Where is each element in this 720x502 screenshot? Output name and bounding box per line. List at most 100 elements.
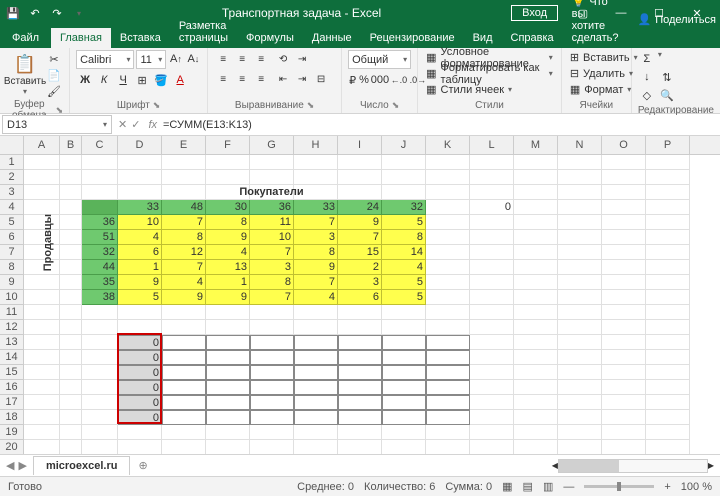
cell-C1[interactable] bbox=[82, 155, 118, 170]
cell-G14[interactable] bbox=[250, 350, 294, 365]
cell-K3[interactable] bbox=[426, 185, 470, 200]
cell-G7[interactable]: 7 bbox=[250, 245, 294, 260]
col-head-I[interactable]: I bbox=[338, 136, 382, 154]
cell-B6[interactable] bbox=[60, 230, 82, 245]
clear-icon[interactable]: ◇ bbox=[638, 86, 656, 104]
cell-P14[interactable] bbox=[646, 350, 690, 365]
cell-K10[interactable] bbox=[426, 290, 470, 305]
cell-N13[interactable] bbox=[558, 335, 602, 350]
cell-P12[interactable] bbox=[646, 320, 690, 335]
cell-K16[interactable] bbox=[426, 380, 470, 395]
fx-icon[interactable]: fx bbox=[148, 119, 157, 131]
cell-K6[interactable] bbox=[426, 230, 470, 245]
cell-I3[interactable] bbox=[338, 185, 382, 200]
cell-B14[interactable] bbox=[60, 350, 82, 365]
fill-color-icon[interactable]: 🪣 bbox=[152, 71, 170, 89]
cell-E3[interactable] bbox=[162, 185, 206, 200]
cell-F18[interactable] bbox=[206, 410, 250, 425]
cell-O14[interactable] bbox=[602, 350, 646, 365]
undo-icon[interactable]: ↶ bbox=[28, 6, 42, 20]
cell-D12[interactable] bbox=[118, 320, 162, 335]
cell-L16[interactable] bbox=[470, 380, 514, 395]
cell-F2[interactable] bbox=[206, 170, 250, 185]
launcher-icon[interactable]: ⬊ bbox=[153, 100, 161, 111]
align-top-icon[interactable]: ≡ bbox=[214, 50, 232, 68]
hscroll-bar[interactable] bbox=[558, 459, 708, 473]
cell-D1[interactable] bbox=[118, 155, 162, 170]
cell-M8[interactable] bbox=[514, 260, 558, 275]
cell-C20[interactable] bbox=[82, 440, 118, 454]
cell-G12[interactable] bbox=[250, 320, 294, 335]
cell-H16[interactable] bbox=[294, 380, 338, 395]
cell-G1[interactable] bbox=[250, 155, 294, 170]
cell-G8[interactable]: 3 bbox=[250, 260, 294, 275]
cell-G17[interactable] bbox=[250, 395, 294, 410]
cell-D18[interactable]: 0 bbox=[118, 410, 162, 425]
cell-A15[interactable] bbox=[24, 365, 60, 380]
cell-N11[interactable] bbox=[558, 305, 602, 320]
format-table-button[interactable]: ▦Форматировать как таблицу▾ bbox=[424, 66, 555, 81]
cell-O11[interactable] bbox=[602, 305, 646, 320]
cell-K7[interactable] bbox=[426, 245, 470, 260]
col-head-C[interactable]: C bbox=[82, 136, 118, 154]
cell-M11[interactable] bbox=[514, 305, 558, 320]
cell-K5[interactable] bbox=[426, 215, 470, 230]
cell-G20[interactable] bbox=[250, 440, 294, 454]
col-head-L[interactable]: L bbox=[470, 136, 514, 154]
cell-H17[interactable] bbox=[294, 395, 338, 410]
cell-F17[interactable] bbox=[206, 395, 250, 410]
cell-N12[interactable] bbox=[558, 320, 602, 335]
cell-J17[interactable] bbox=[382, 395, 426, 410]
cell-J6[interactable]: 8 bbox=[382, 230, 426, 245]
cell-A10[interactable] bbox=[24, 290, 60, 305]
tell-me[interactable]: 💡Что вы хотите сделать? bbox=[563, 0, 628, 48]
cell-G18[interactable] bbox=[250, 410, 294, 425]
cell-I11[interactable] bbox=[338, 305, 382, 320]
cell-E18[interactable] bbox=[162, 410, 206, 425]
col-head-M[interactable]: M bbox=[514, 136, 558, 154]
cell-C6[interactable]: 51 bbox=[82, 230, 118, 245]
cell-styles-button[interactable]: ▦Стили ячеек▾ bbox=[424, 82, 555, 97]
cell-D6[interactable]: 4 bbox=[118, 230, 162, 245]
cell-D16[interactable]: 0 bbox=[118, 380, 162, 395]
cell-H2[interactable] bbox=[294, 170, 338, 185]
cell-L13[interactable] bbox=[470, 335, 514, 350]
cell-E20[interactable] bbox=[162, 440, 206, 454]
cell-J11[interactable] bbox=[382, 305, 426, 320]
cell-B8[interactable] bbox=[60, 260, 82, 275]
save-icon[interactable]: 💾 bbox=[6, 6, 20, 20]
cell-I9[interactable]: 3 bbox=[338, 275, 382, 290]
cell-H18[interactable] bbox=[294, 410, 338, 425]
cell-L14[interactable] bbox=[470, 350, 514, 365]
cell-B7[interactable] bbox=[60, 245, 82, 260]
cell-G13[interactable] bbox=[250, 335, 294, 350]
cell-P5[interactable] bbox=[646, 215, 690, 230]
cell-O16[interactable] bbox=[602, 380, 646, 395]
number-format-select[interactable]: Общий▾ bbox=[348, 50, 411, 69]
cell-L4[interactable]: 0 bbox=[470, 200, 514, 215]
align-right-icon[interactable]: ≡ bbox=[252, 70, 270, 88]
cell-J2[interactable] bbox=[382, 170, 426, 185]
cell-G11[interactable] bbox=[250, 305, 294, 320]
cell-J8[interactable]: 4 bbox=[382, 260, 426, 275]
insert-cells-button[interactable]: ⊞Вставить▾ bbox=[568, 50, 625, 65]
orientation-icon[interactable]: ⟲ bbox=[274, 50, 292, 68]
cell-D3[interactable] bbox=[118, 185, 162, 200]
cell-B18[interactable] bbox=[60, 410, 82, 425]
tab-prev-icon[interactable]: ◀ bbox=[6, 459, 14, 472]
cell-M18[interactable] bbox=[514, 410, 558, 425]
cell-J14[interactable] bbox=[382, 350, 426, 365]
cell-G19[interactable] bbox=[250, 425, 294, 440]
cell-E2[interactable] bbox=[162, 170, 206, 185]
cell-D8[interactable]: 1 bbox=[118, 260, 162, 275]
cut-icon[interactable]: ✂ bbox=[46, 52, 62, 66]
font-color-icon[interactable]: A bbox=[171, 71, 189, 89]
cell-K12[interactable] bbox=[426, 320, 470, 335]
cell-E19[interactable] bbox=[162, 425, 206, 440]
cell-P13[interactable] bbox=[646, 335, 690, 350]
cell-K11[interactable] bbox=[426, 305, 470, 320]
cell-P17[interactable] bbox=[646, 395, 690, 410]
cell-B19[interactable] bbox=[60, 425, 82, 440]
confirm-formula-icon[interactable]: ✓ bbox=[131, 118, 140, 131]
cell-A16[interactable] bbox=[24, 380, 60, 395]
